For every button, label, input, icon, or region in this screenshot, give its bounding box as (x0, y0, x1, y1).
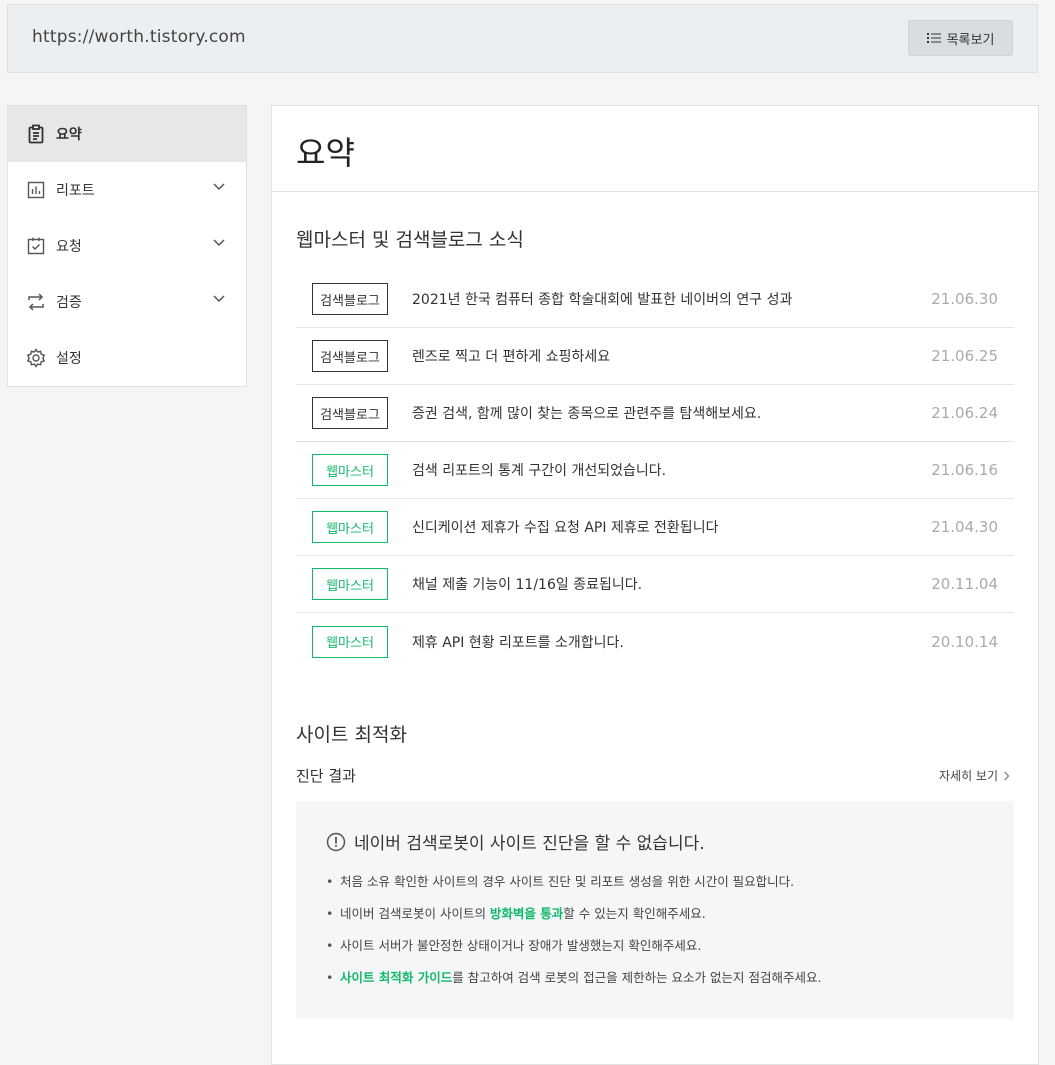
list-view-button-label: 목록보기 (946, 32, 995, 48)
gear-icon (26, 348, 46, 368)
news-tag: 웹마스터 (312, 625, 388, 658)
news-tag: 웹마스터 (312, 511, 388, 543)
sidebar-item-summary[interactable]: 요약 (8, 106, 246, 162)
tip-text: 를 참고하여 검색 로봇의 접근을 제한하는 요소가 없는지 점검해주세요. (452, 970, 822, 985)
news-tag: 검색블로그 (312, 397, 388, 429)
detail-link-label: 자세히 보기 (938, 769, 998, 783)
sidebar-item-label: 요약 (56, 127, 82, 143)
news-item[interactable]: 검색블로그 증권 검색, 함께 많이 찾는 종목으로 관련주를 탐색해보세요. … (296, 385, 1014, 442)
chevron-down-icon[interactable] (212, 181, 226, 191)
news-item[interactable]: 웹마스터 제휴 API 현황 리포트를 소개합니다. 20.10.14 (296, 613, 1014, 670)
news-item[interactable]: 검색블로그 2021년 한국 컴퓨터 종합 학술대회에 발표한 네이버의 연구 … (296, 271, 1014, 328)
news-title[interactable]: 채널 제출 기능이 11/16일 종료됩니다. (412, 574, 642, 594)
repeat-icon (26, 292, 46, 312)
page-title: 요약 (272, 106, 1038, 192)
chevron-down-icon[interactable] (212, 237, 226, 247)
detail-link[interactable]: 자세히 보기 (939, 767, 1010, 784)
optimization-section-title: 사이트 최적화 (296, 724, 407, 746)
main-panel: 요약 웹마스터 및 검색블로그 소식 검색블로그 2021년 한국 컴퓨터 종합… (271, 105, 1039, 1065)
news-date: 21.06.25 (931, 347, 998, 365)
site-header-bar: https://worth.tistory.com 목록보기 (7, 4, 1038, 73)
news-date: 20.10.14 (931, 632, 998, 651)
alert-circle-icon (326, 832, 346, 852)
news-tag: 웹마스터 (312, 568, 388, 600)
diagnosis-message: 네이버 검색로봇이 사이트 진단을 할 수 없습니다. (326, 829, 705, 854)
news-tag: 검색블로그 (312, 283, 388, 315)
news-item[interactable]: 검색블로그 렌즈로 찍고 더 편하게 쇼핑하세요 21.06.25 (296, 328, 1014, 385)
diagnosis-tip: 처음 소유 확인한 사이트의 경우 사이트 진단 및 리포트 생성을 위한 시간… (326, 871, 821, 903)
news-title[interactable]: 렌즈로 찍고 더 편하게 쇼핑하세요 (412, 346, 610, 366)
news-title[interactable]: 검색 리포트의 통계 구간이 개선되었습니다. (412, 460, 666, 480)
clipboard-icon (26, 124, 46, 144)
news-section-title: 웹마스터 및 검색블로그 소식 (296, 229, 524, 251)
news-tag: 웹마스터 (312, 454, 388, 486)
sidebar-item-verify[interactable]: 검증 (8, 274, 246, 330)
sidebar-item-report[interactable]: 리포트 (8, 162, 246, 218)
clipboard-check-icon (26, 236, 46, 256)
bar-chart-icon (26, 180, 46, 200)
news-item[interactable]: 웹마스터 신디케이션 제휴가 수집 요청 API 제휴로 전환됩니다 21.04… (296, 499, 1014, 556)
sidebar-item-label: 설정 (56, 351, 82, 367)
sidebar-item-label: 요청 (56, 239, 82, 255)
diagnosis-tip: 사이트 서버가 불안정한 상태이거나 장애가 발생했는지 확인해주세요. (326, 935, 821, 967)
news-list: 검색블로그 2021년 한국 컴퓨터 종합 학술대회에 발표한 네이버의 연구 … (296, 271, 1014, 670)
news-date: 21.06.16 (931, 461, 998, 479)
site-url: https://worth.tistory.com (32, 27, 246, 47)
news-item[interactable]: 웹마스터 검색 리포트의 통계 구간이 개선되었습니다. 21.06.16 (296, 442, 1014, 499)
firewall-link[interactable]: 방화벽을 통과 (490, 906, 563, 921)
diagnosis-tip: 네이버 검색로봇이 사이트의 방화벽을 통과할 수 있는지 확인해주세요. (326, 903, 821, 935)
news-title[interactable]: 신디케이션 제휴가 수집 요청 API 제휴로 전환됩니다 (412, 517, 718, 537)
diagnosis-message-text: 네이버 검색로봇이 사이트 진단을 할 수 없습니다. (354, 834, 705, 854)
news-tag: 검색블로그 (312, 340, 388, 372)
sidebar-item-label: 검증 (56, 295, 82, 311)
news-date: 20.11.04 (931, 575, 998, 593)
sidebar-item-label: 리포트 (56, 183, 95, 199)
diagnosis-result-box: 네이버 검색로봇이 사이트 진단을 할 수 없습니다. 처음 소유 확인한 사이… (296, 801, 1014, 1019)
news-title[interactable]: 증권 검색, 함께 많이 찾는 종목으로 관련주를 탐색해보세요. (412, 403, 761, 423)
news-date: 21.06.30 (931, 290, 998, 308)
news-date: 21.04.30 (931, 518, 998, 536)
news-item[interactable]: 웹마스터 채널 제출 기능이 11/16일 종료됩니다. 20.11.04 (296, 556, 1014, 613)
chevron-right-icon (1003, 771, 1010, 781)
news-title[interactable]: 2021년 한국 컴퓨터 종합 학술대회에 발표한 네이버의 연구 성과 (412, 289, 792, 309)
sidebar-item-settings[interactable]: 설정 (8, 330, 246, 386)
list-view-button[interactable]: 목록보기 (908, 20, 1013, 56)
news-date: 21.06.24 (931, 404, 998, 422)
optimization-guide-link[interactable]: 사이트 최적화 가이드 (340, 970, 452, 985)
tip-text: 네이버 검색로봇이 사이트의 (340, 906, 490, 921)
sidebar-nav: 요약 리포트 요청 검증 설정 (7, 105, 247, 387)
chevron-down-icon[interactable] (212, 293, 226, 303)
tip-text: 사이트 서버가 불안정한 상태이거나 장애가 발생했는지 확인해주세요. (340, 938, 702, 953)
sidebar-item-request[interactable]: 요청 (8, 218, 246, 274)
diagnosis-label: 진단 결과 (296, 767, 356, 785)
diagnosis-tip: 사이트 최적화 가이드를 참고하여 검색 로봇의 접근을 제한하는 요소가 없는… (326, 967, 821, 999)
tip-text: 할 수 있는지 확인해주세요. (563, 906, 706, 921)
list-icon (926, 32, 941, 44)
news-title[interactable]: 제휴 API 현황 리포트를 소개합니다. (412, 632, 624, 652)
tip-text: 처음 소유 확인한 사이트의 경우 사이트 진단 및 리포트 생성을 위한 시간… (340, 874, 795, 889)
diagnosis-tips-list: 처음 소유 확인한 사이트의 경우 사이트 진단 및 리포트 생성을 위한 시간… (326, 871, 821, 999)
